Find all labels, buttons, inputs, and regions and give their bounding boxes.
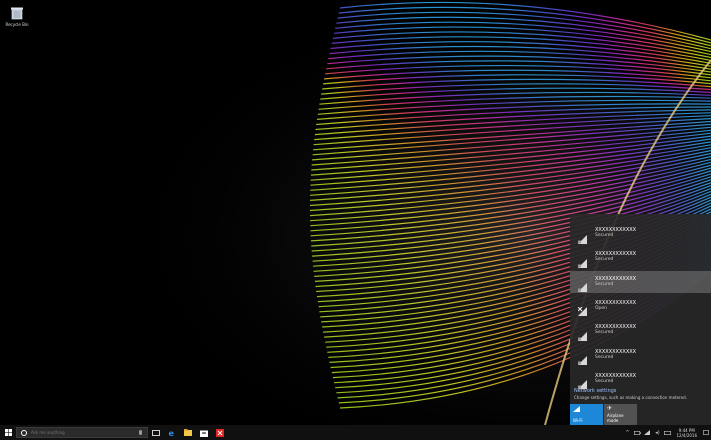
network-list-item[interactable]: XXXXXXXXXXXX Secured xyxy=(570,222,711,244)
network-list-item[interactable]: XXXXXXXXXXXX Secured xyxy=(570,368,711,390)
recycle-bin-icon xyxy=(11,7,23,20)
network-status: Secured xyxy=(595,257,614,263)
red-app-icon xyxy=(216,428,224,437)
show-hidden-icons-button[interactable]: ^ xyxy=(622,425,632,440)
wifi-open-icon xyxy=(577,301,587,317)
wifi-signal-icon xyxy=(578,277,587,293)
recycle-bin-label: Recycle Bin xyxy=(5,22,29,27)
network-status: Secured xyxy=(595,281,614,287)
file-explorer-icon xyxy=(184,429,192,436)
network-list-item[interactable]: XXXXXXXXXXXX Secured xyxy=(570,270,711,293)
chevron-up-icon: ^ xyxy=(625,429,630,436)
airplane-mode-tile[interactable]: ✈ Airplane mode xyxy=(604,404,637,425)
speaker-icon: ◂) xyxy=(655,429,660,436)
wifi-toggle-tile[interactable]: Wi-Fi xyxy=(570,404,603,425)
svg-text:e: e xyxy=(169,429,175,437)
notification-icon xyxy=(703,429,709,435)
task-view-icon xyxy=(152,429,160,436)
network-status: Secured xyxy=(595,378,614,384)
network-settings-description: Change settings, such as making a connec… xyxy=(574,395,687,400)
keyboard-tray-button[interactable] xyxy=(662,425,672,440)
airplane-icon: ✈ xyxy=(607,405,613,412)
windows-logo-icon xyxy=(4,429,12,436)
recycle-bin-shortcut[interactable]: Recycle Bin xyxy=(5,6,29,27)
action-center-button[interactable] xyxy=(701,425,711,440)
network-settings-footer: Network settings Change settings, such a… xyxy=(574,388,711,400)
network-list-item[interactable]: XXXXXXXXXXXX Secured xyxy=(570,319,711,341)
network-status: Secured xyxy=(595,330,614,336)
wifi-tile-label: Wi-Fi xyxy=(573,418,583,423)
store-taskbar-button[interactable] xyxy=(196,425,212,440)
wifi-signal-icon xyxy=(578,229,587,244)
store-icon xyxy=(200,430,208,437)
wifi-signal-icon xyxy=(578,374,587,390)
network-list-item[interactable]: XXXXXXXXXXXX Secured xyxy=(570,246,711,268)
taskbar: e ^ ◂) 9:44 PM 12/4/2016 xyxy=(0,425,711,440)
search-input[interactable] xyxy=(31,430,131,435)
microphone-icon[interactable] xyxy=(139,430,142,435)
battery-icon xyxy=(633,430,641,435)
wifi-signal-icon xyxy=(578,350,587,365)
network-icon xyxy=(644,430,651,435)
network-list-item[interactable]: XXXXXXXXXXXX Secured xyxy=(570,344,711,366)
taskbar-clock[interactable]: 9:44 PM 12/4/2016 xyxy=(676,428,697,438)
wifi-signal-icon xyxy=(578,326,587,341)
desktop: Recycle Bin XXXXXXXXXXXX Secured XXXXXXXXX… xyxy=(0,0,711,425)
wifi-signal-icon xyxy=(578,253,587,268)
edge-icon: e xyxy=(169,429,175,437)
edge-taskbar-button[interactable]: e xyxy=(164,425,180,440)
network-settings-link[interactable]: Network settings xyxy=(574,388,711,394)
volume-tray-button[interactable]: ◂) xyxy=(652,425,662,440)
network-status: Secured xyxy=(595,354,614,360)
keyboard-icon xyxy=(663,430,671,435)
file-explorer-taskbar-button[interactable] xyxy=(180,425,196,440)
network-list-item[interactable]: XXXXXXXXXXXX Open xyxy=(570,295,711,317)
battery-tray-button[interactable] xyxy=(632,425,642,440)
network-status: Secured xyxy=(595,233,614,238)
system-tray: ^ ◂) 9:44 PM 12/4/2016 xyxy=(622,425,711,440)
start-button[interactable] xyxy=(0,425,16,440)
clock-date: 12/4/2016 xyxy=(676,432,697,438)
airplane-tile-label: Airplane mode xyxy=(607,413,624,423)
cortana-icon xyxy=(21,429,27,436)
wifi-flyout: XXXXXXXXXXXX Secured XXXXXXXXXXXX Secured XX… xyxy=(570,214,711,425)
red-app-taskbar-button[interactable] xyxy=(212,425,228,440)
cortana-search-box[interactable] xyxy=(16,427,148,438)
network-tray-button[interactable] xyxy=(642,425,652,440)
wifi-icon xyxy=(573,406,600,414)
network-status: Open xyxy=(595,305,608,311)
task-view-button[interactable] xyxy=(148,425,164,440)
